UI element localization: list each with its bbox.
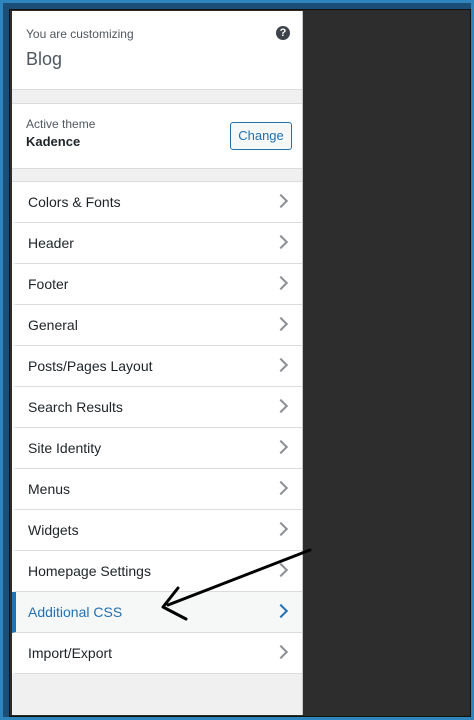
menu-item-label: General	[28, 317, 78, 333]
chevron-right-icon	[273, 439, 289, 455]
chevron-right-icon	[273, 603, 289, 619]
help-icon[interactable]: ?	[276, 26, 290, 40]
menu-item-label: Widgets	[28, 522, 79, 538]
menu-item-site-identity[interactable]: Site Identity	[12, 428, 302, 469]
menu-item-label: Homepage Settings	[28, 563, 151, 579]
customizer-menu: Colors & Fonts Header Footer General Pos…	[12, 181, 302, 674]
chevron-right-icon	[273, 357, 289, 373]
menu-item-colors-fonts[interactable]: Colors & Fonts	[12, 182, 302, 223]
menu-item-general[interactable]: General	[12, 305, 302, 346]
active-theme-name: Kadence	[26, 134, 81, 149]
menu-item-label: Additional CSS	[28, 604, 123, 620]
chevron-right-icon	[273, 521, 289, 537]
customizing-label: You are customizing	[26, 27, 134, 41]
chevron-right-icon	[273, 234, 289, 250]
menu-item-import-export[interactable]: Import/Export	[12, 633, 302, 674]
change-theme-button[interactable]: Change	[230, 122, 292, 150]
menu-item-footer[interactable]: Footer	[12, 264, 302, 305]
chevron-right-icon	[273, 193, 289, 209]
menu-item-label: Colors & Fonts	[28, 194, 121, 210]
menu-item-label: Import/Export	[28, 645, 113, 661]
chevron-right-icon	[273, 644, 289, 660]
window: You are customizing Blog ? Active theme …	[9, 9, 471, 717]
menu-item-homepage-settings[interactable]: Homepage Settings	[12, 551, 302, 592]
customizer-header: You are customizing Blog ?	[12, 11, 302, 90]
chevron-right-icon	[273, 480, 289, 496]
site-preview-area	[303, 11, 469, 715]
menu-item-label: Search Results	[28, 399, 123, 415]
chevron-right-icon	[273, 275, 289, 291]
customizer-sidebar: You are customizing Blog ? Active theme …	[12, 11, 303, 715]
menu-item-additional-css[interactable]: Additional CSS	[12, 592, 302, 633]
menu-item-widgets[interactable]: Widgets	[12, 510, 302, 551]
menu-item-label: Site Identity	[28, 440, 102, 456]
menu-item-search-results[interactable]: Search Results	[12, 387, 302, 428]
menu-item-label: Posts/Pages Layout	[28, 358, 153, 374]
menu-item-label: Menus	[28, 481, 71, 497]
chevron-right-icon	[273, 316, 289, 332]
active-theme-label: Active theme	[26, 117, 96, 131]
menu-item-menus[interactable]: Menus	[12, 469, 302, 510]
menu-item-posts-pages-layout[interactable]: Posts/Pages Layout	[12, 346, 302, 387]
menu-item-header[interactable]: Header	[12, 223, 302, 264]
site-title: Blog	[26, 49, 63, 69]
active-theme-section: Active theme Kadence Change	[12, 103, 302, 169]
chevron-right-icon	[273, 562, 289, 578]
chevron-right-icon	[273, 398, 289, 414]
menu-item-label: Footer	[28, 276, 69, 292]
screenshot-frame: You are customizing Blog ? Active theme …	[0, 0, 474, 720]
menu-item-label: Header	[28, 235, 74, 251]
